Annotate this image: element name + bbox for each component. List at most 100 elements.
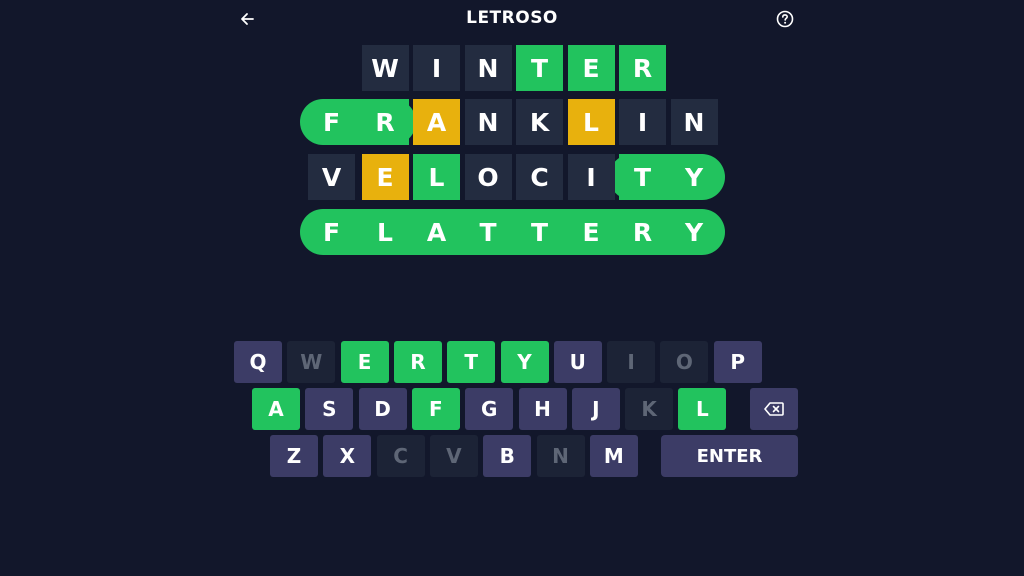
tile-letter: R: [632, 53, 653, 83]
key-label: N: [552, 444, 569, 468]
key-label: X: [339, 444, 355, 468]
tile-letter: L: [377, 217, 393, 247]
tile-letter: K: [529, 107, 550, 137]
key-r[interactable]: R: [393, 341, 442, 383]
board-tile: C: [516, 154, 563, 200]
tile-letter: F: [322, 107, 341, 137]
key-label: K: [641, 397, 657, 421]
key-h[interactable]: H: [518, 388, 567, 430]
board-tile: I: [413, 45, 460, 91]
key-z[interactable]: Z: [270, 435, 318, 477]
board-tile: A: [413, 209, 460, 255]
key-label: E: [357, 350, 372, 374]
key-a[interactable]: A: [252, 388, 300, 430]
key-y[interactable]: Y: [500, 341, 549, 383]
key-o[interactable]: O: [660, 341, 709, 383]
header: LETROSO: [0, 0, 1024, 38]
tile-letter: R: [375, 107, 395, 137]
key-label: O: [675, 350, 693, 374]
key-label: Q: [249, 350, 267, 374]
key-w[interactable]: W: [287, 341, 336, 383]
board-tile: L: [362, 209, 409, 255]
enter-key-label: ENTER: [696, 445, 763, 467]
help-button[interactable]: [772, 6, 798, 32]
tile-letter: T: [479, 217, 497, 247]
board-tile: E: [567, 45, 615, 91]
key-label: W: [300, 350, 323, 374]
key-label: A: [268, 397, 284, 421]
key-c[interactable]: C: [376, 435, 425, 477]
board-tile: O: [464, 154, 512, 200]
key-k[interactable]: K: [625, 388, 674, 430]
tile-letter: A: [426, 217, 447, 247]
board-tile: V: [308, 154, 355, 200]
tile-letter: T: [530, 53, 549, 83]
key-j[interactable]: J: [571, 388, 620, 430]
board-tile: K: [516, 99, 563, 145]
key-s[interactable]: S: [305, 388, 354, 430]
board-tile: F: [308, 99, 355, 145]
tile-letter: I: [637, 107, 648, 137]
tile-letter: F: [322, 217, 341, 247]
backspace-key[interactable]: [750, 388, 798, 430]
key-label: G: [480, 397, 498, 421]
key-n[interactable]: N: [536, 435, 585, 477]
key-v[interactable]: V: [429, 435, 478, 477]
key-g[interactable]: G: [465, 388, 514, 430]
key-e[interactable]: E: [340, 341, 389, 383]
key-d[interactable]: D: [358, 388, 407, 430]
key-label: D: [374, 397, 391, 421]
key-b[interactable]: B: [483, 435, 532, 477]
board-tile: R: [361, 99, 409, 145]
key-label: J: [592, 397, 600, 421]
board-tile: F: [308, 209, 355, 255]
key-x[interactable]: X: [323, 435, 372, 477]
board-tile: T: [516, 209, 563, 255]
key-u[interactable]: U: [553, 341, 602, 383]
key-label: C: [393, 444, 408, 468]
board-tile: N: [464, 99, 512, 145]
question-circle-icon: [776, 10, 794, 28]
game-app: LETROSO WINTERFRANKLINVELOCITYFLATTERY Q…: [0, 0, 1024, 576]
key-q[interactable]: Q: [234, 341, 282, 383]
key-label: Z: [286, 444, 302, 468]
tile-letter: Y: [684, 217, 704, 247]
board-tile: I: [619, 99, 666, 145]
key-t[interactable]: T: [447, 341, 496, 383]
board-tile: E: [568, 209, 615, 255]
board-tile: N: [464, 45, 512, 91]
tile-letter: E: [582, 217, 600, 247]
board-row: WINT E R: [300, 45, 725, 91]
key-label: B: [499, 444, 515, 468]
tile-letter: A: [426, 107, 447, 137]
board-tile: A: [413, 99, 460, 145]
key-label: P: [730, 350, 746, 374]
key-label: U: [569, 350, 586, 374]
key-label: S: [322, 397, 337, 421]
enter-key[interactable]: ENTER: [661, 435, 798, 477]
board-tile: L: [413, 154, 460, 200]
tile-letter: N: [683, 107, 705, 137]
key-f[interactable]: F: [411, 388, 460, 430]
key-label: M: [603, 444, 624, 468]
key-p[interactable]: P: [713, 341, 762, 383]
tile-letter: R: [632, 217, 653, 247]
board-row: FRANKLIN: [300, 99, 725, 145]
key-label: Y: [517, 350, 532, 374]
board-tile: T: [619, 154, 666, 200]
board-tile: W: [361, 45, 409, 91]
board-tile: L: [567, 99, 615, 145]
page-title: LETROSO: [466, 8, 558, 28]
tile-letter: O: [477, 162, 499, 192]
tile-letter: T: [530, 217, 549, 247]
board-tile: E: [361, 154, 409, 200]
tile-letter: E: [582, 53, 600, 83]
key-i[interactable]: I: [607, 341, 656, 383]
backspace-icon: [764, 402, 784, 416]
tile-letter: C: [530, 162, 549, 192]
tile-letter: E: [376, 162, 394, 192]
key-m[interactable]: M: [589, 435, 638, 477]
key-l[interactable]: L: [678, 388, 727, 430]
board-tile: R: [619, 209, 666, 255]
tile-letter: I: [431, 53, 442, 83]
